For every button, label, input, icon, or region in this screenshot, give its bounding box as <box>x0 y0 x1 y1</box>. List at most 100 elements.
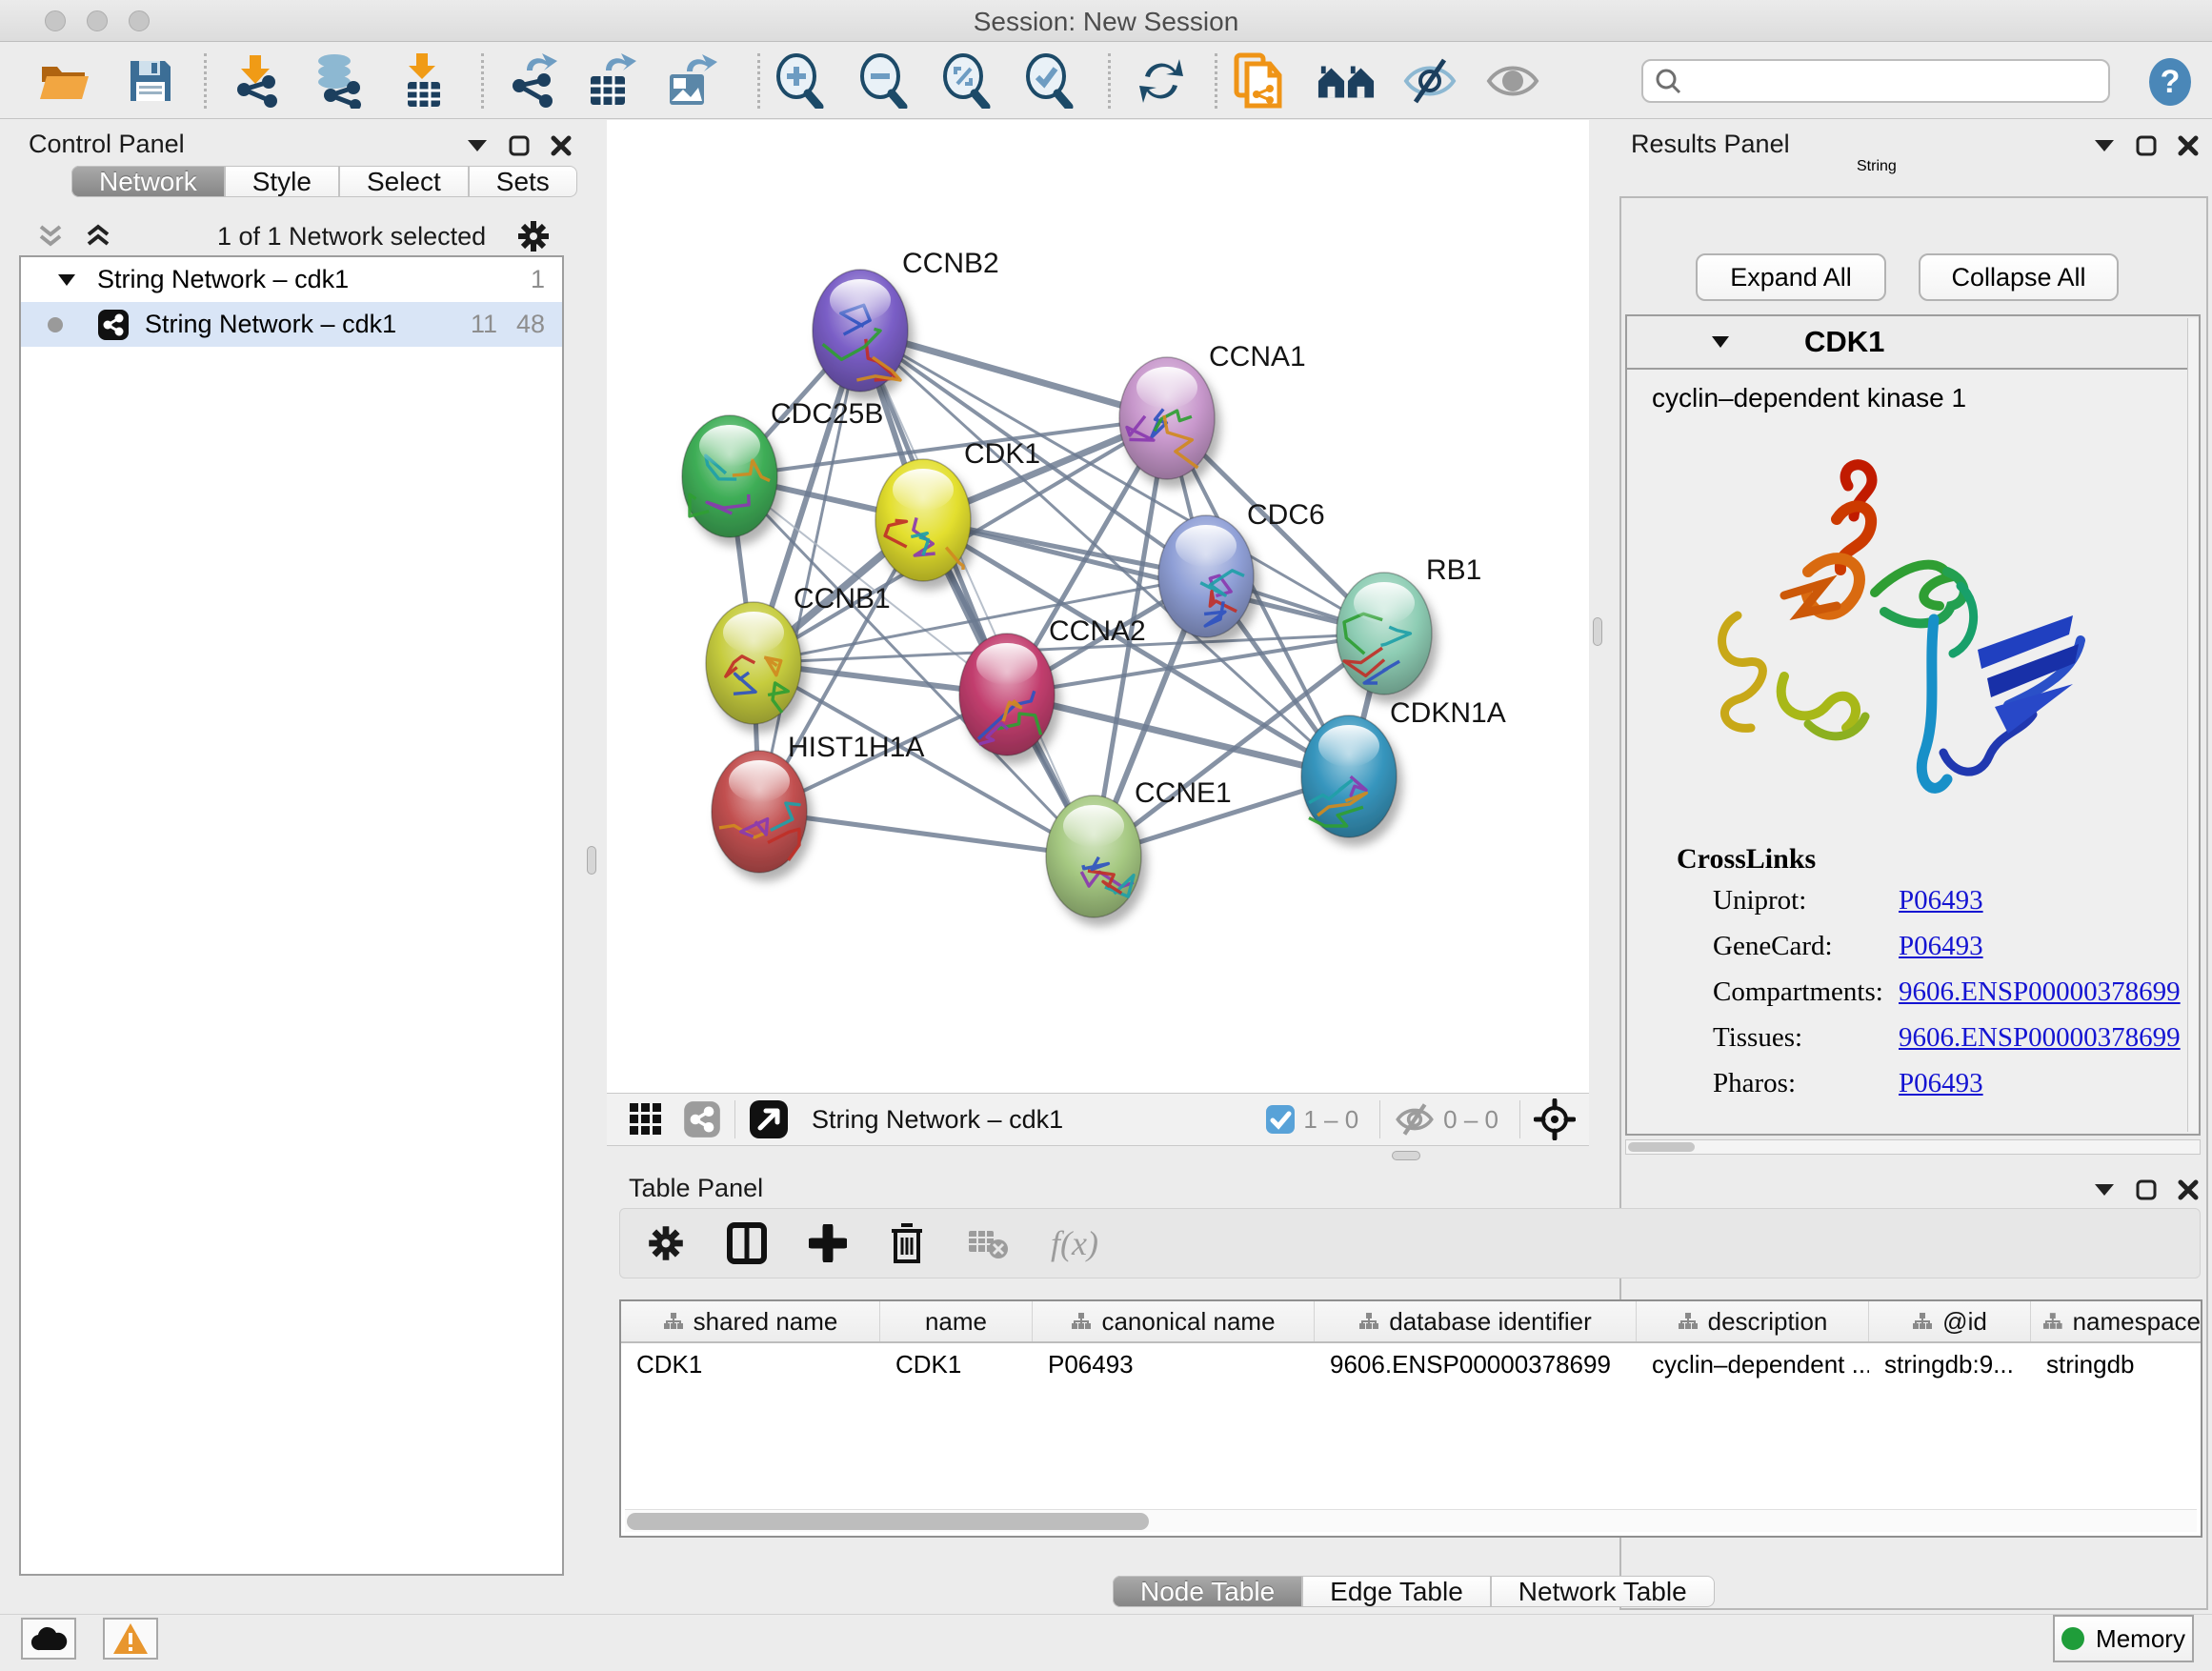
cloud-status-button[interactable] <box>21 1618 76 1660</box>
network-graph[interactable]: CCNB2CCNA1CDC25BCDK1CDC6RB1CCNB1CCNA2CDK… <box>607 120 1589 1093</box>
protein-node-ccnb1[interactable] <box>706 602 801 724</box>
column-header-name[interactable]: name <box>880 1301 1033 1341</box>
tab-style[interactable]: Style <box>225 166 339 197</box>
float-panel-icon[interactable] <box>509 135 530 156</box>
table-options-gear-icon[interactable] <box>647 1224 685 1262</box>
tab-select[interactable]: Select <box>339 166 469 197</box>
column-header-database-identifier[interactable]: database identifier <box>1315 1301 1637 1341</box>
delete-column-trash-icon[interactable] <box>889 1222 925 1264</box>
hide-panel-button[interactable] <box>1400 51 1459 111</box>
network-options-gear-icon[interactable] <box>516 219 551 253</box>
export-image-button[interactable] <box>661 51 720 111</box>
zoom-out-button[interactable] <box>854 51 913 111</box>
function-builder-button[interactable]: f(x) <box>1051 1223 1098 1263</box>
network-overview-button[interactable] <box>1317 51 1376 111</box>
crosslink-link[interactable]: P06493 <box>1899 931 1983 962</box>
protein-node-ccnb2[interactable] <box>813 270 908 392</box>
cell-id[interactable]: stringdb:9... <box>1869 1343 2031 1385</box>
protein-node-ccna2[interactable] <box>959 634 1055 755</box>
collapse-all-button[interactable]: Collapse All <box>1919 253 2119 301</box>
zoom-in-button[interactable] <box>770 51 829 111</box>
left-splitter-handle[interactable] <box>587 846 596 875</box>
help-button[interactable]: ? <box>2145 57 2195 111</box>
grid-view-icon[interactable] <box>628 1101 664 1137</box>
protein-node-cdkn1a[interactable] <box>1301 715 1397 837</box>
close-panel-icon[interactable] <box>2178 1179 2199 1200</box>
protein-node-ccna1[interactable] <box>1119 357 1215 479</box>
float-panel-icon[interactable] <box>2136 1179 2157 1200</box>
warnings-button[interactable] <box>103 1618 158 1660</box>
collapse-section-icon[interactable] <box>1711 335 1730 349</box>
import-network-from-database-button[interactable] <box>308 51 367 111</box>
column-header-id[interactable]: @id <box>1869 1301 2031 1341</box>
protein-node-ccne1[interactable] <box>1046 795 1141 917</box>
scrollbar-thumb[interactable] <box>1628 1142 1695 1152</box>
protein-card-header[interactable]: CDK1 <box>1627 316 2199 370</box>
cell-name[interactable]: CDK1 <box>880 1343 1033 1385</box>
close-panel-icon[interactable] <box>551 135 572 156</box>
tab-node-table[interactable]: Node Table <box>1113 1576 1302 1607</box>
zoom-selected-button[interactable] <box>1019 51 1078 111</box>
search-input[interactable] <box>1681 67 2081 96</box>
crosslink-link[interactable]: P06493 <box>1899 1068 1983 1099</box>
results-horizontal-scrollbar[interactable] <box>1625 1139 2201 1155</box>
float-panel-icon[interactable] <box>2136 135 2157 156</box>
create-column-plus-icon[interactable] <box>809 1224 847 1262</box>
crosslink-link[interactable]: 9606.ENSP00000378699 <box>1899 1022 2181 1054</box>
show-columns-icon[interactable] <box>727 1222 767 1264</box>
panel-menu-icon[interactable] <box>2094 1183 2115 1197</box>
right-splitter-handle[interactable] <box>1593 617 1602 646</box>
bottom-splitter-handle[interactable] <box>1392 1151 1420 1160</box>
search-box[interactable] <box>1641 59 2110 103</box>
cell-database-identifier[interactable]: 9606.ENSP00000378699 <box>1315 1343 1637 1385</box>
column-header-namespace[interactable]: namespace <box>2031 1301 2201 1341</box>
tab-string[interactable]: String <box>1857 158 1897 175</box>
table-row[interactable]: CDK1 CDK1 P06493 9606.ENSP00000378699 cy… <box>621 1343 2201 1385</box>
memory-button[interactable]: Memory <box>2053 1615 2194 1662</box>
cell-shared-name[interactable]: CDK1 <box>621 1343 880 1385</box>
birds-eye-view-icon[interactable] <box>1534 1098 1576 1140</box>
cell-description[interactable]: cyclin–dependent ... <box>1637 1343 1869 1385</box>
collapse-all-networks-icon[interactable] <box>36 224 65 249</box>
column-header-description[interactable]: description <box>1637 1301 1869 1341</box>
tree-expand-icon[interactable] <box>57 273 76 287</box>
tab-network[interactable]: Network <box>71 166 225 197</box>
network-view-icon[interactable] <box>683 1100 721 1138</box>
expand-all-button[interactable]: Expand All <box>1696 253 1886 301</box>
close-panel-icon[interactable] <box>2178 135 2199 156</box>
panel-menu-icon[interactable] <box>467 139 488 152</box>
results-vertical-scrollbar[interactable] <box>2187 318 2199 1132</box>
zoom-fit-button[interactable] <box>936 51 995 111</box>
save-session-button[interactable] <box>121 51 180 111</box>
delete-table-icon[interactable] <box>967 1227 1009 1259</box>
panel-menu-icon[interactable] <box>2094 139 2115 152</box>
refresh-view-button[interactable] <box>1132 51 1191 111</box>
tab-network-table[interactable]: Network Table <box>1491 1576 1715 1607</box>
protein-node-cdc25b[interactable] <box>682 415 777 537</box>
export-table-button[interactable] <box>581 51 640 111</box>
detach-view-icon[interactable] <box>749 1099 789 1139</box>
open-session-button[interactable] <box>35 51 94 111</box>
clone-network-button[interactable] <box>1229 51 1288 111</box>
tab-edge-table[interactable]: Edge Table <box>1302 1576 1491 1607</box>
expand-all-networks-icon[interactable] <box>84 224 112 249</box>
protein-node-cdc6[interactable] <box>1158 515 1254 637</box>
crosslink-link[interactable]: P06493 <box>1899 885 1983 916</box>
tab-sets[interactable]: Sets <box>469 166 577 197</box>
network-canvas[interactable]: CCNB2CCNA1CDC25BCDK1CDC6RB1CCNB1CCNA2CDK… <box>607 120 1589 1093</box>
network-row[interactable]: String Network – cdk1 11 48 <box>21 302 562 347</box>
show-panel-button[interactable] <box>1483 51 1542 111</box>
cell-canonical-name[interactable]: P06493 <box>1033 1343 1315 1385</box>
network-collection-row[interactable]: String Network – cdk1 1 <box>21 257 562 302</box>
table-horizontal-scrollbar[interactable] <box>625 1509 2197 1532</box>
protein-node-cdk1[interactable] <box>875 459 971 581</box>
column-header-shared-name[interactable]: shared name <box>621 1301 880 1341</box>
import-table-button[interactable] <box>394 51 453 111</box>
selected-checkbox-icon[interactable] <box>1265 1104 1296 1135</box>
protein-node-rb1[interactable] <box>1337 573 1432 695</box>
cell-namespace[interactable]: stringdb <box>2031 1343 2201 1385</box>
column-header-canonical-name[interactable]: canonical name <box>1033 1301 1315 1341</box>
import-network-button[interactable] <box>227 51 286 111</box>
protein-node-hist1h1a[interactable] <box>712 751 807 873</box>
crosslink-link[interactable]: 9606.ENSP00000378699 <box>1899 976 2181 1008</box>
